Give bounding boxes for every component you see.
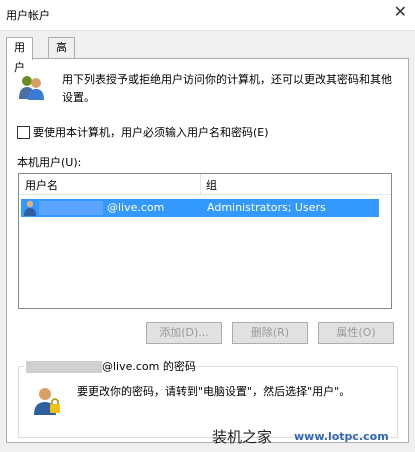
close-icon[interactable]: ✕ bbox=[394, 2, 407, 21]
user-icon bbox=[24, 200, 36, 216]
password-instructions: 要更改你的密码，请转到"电脑设置"，然后选择"用户"。 bbox=[77, 385, 351, 398]
column-username[interactable]: 用户名 bbox=[25, 177, 58, 193]
require-login-label[interactable]: 要使用本计算机，用户必须输入用户名和密码(E) bbox=[33, 124, 269, 140]
table-row[interactable]: @live.com Administrators; Users bbox=[21, 199, 379, 217]
watermark-text: 装机之家 bbox=[212, 428, 273, 446]
users-list[interactable]: 用户名 组 @live.com Administrators; Users bbox=[18, 173, 392, 309]
username-redacted bbox=[26, 361, 102, 373]
column-group[interactable]: 组 bbox=[206, 177, 217, 193]
user-password-icon bbox=[34, 388, 60, 415]
watermark-url: www.lotpc.com bbox=[294, 430, 389, 443]
properties-button[interactable]: 属性(O) bbox=[318, 322, 394, 344]
list-header: 用户名 组 bbox=[19, 174, 391, 195]
row-username: @live.com bbox=[107, 201, 165, 214]
window-title: 用户帐户 bbox=[6, 9, 50, 22]
add-button[interactable]: 添加(D)... bbox=[146, 322, 222, 344]
tab-advanced[interactable]: 高级 bbox=[48, 37, 75, 74]
title-bar: 用户帐户 ✕ bbox=[0, 0, 415, 31]
username-redacted bbox=[39, 201, 103, 215]
row-group: Administrators; Users bbox=[207, 201, 326, 214]
column-divider[interactable] bbox=[200, 174, 201, 194]
local-users-label: 本机用户(U): bbox=[17, 156, 82, 169]
password-groupbox-title: @live.com 的密码 bbox=[24, 358, 198, 374]
info-text: 用下列表授予或拒绝用户访问你的计算机，还可以更改其密码和其他设置。 bbox=[62, 73, 392, 104]
watermark: 装机之家 www.lotpc.com bbox=[208, 424, 415, 452]
require-login-checkbox[interactable] bbox=[17, 126, 30, 139]
remove-button[interactable]: 删除(R) bbox=[232, 322, 308, 344]
password-title-suffix: @live.com 的密码 bbox=[102, 360, 196, 373]
tab-users[interactable]: 用户 bbox=[6, 37, 33, 74]
